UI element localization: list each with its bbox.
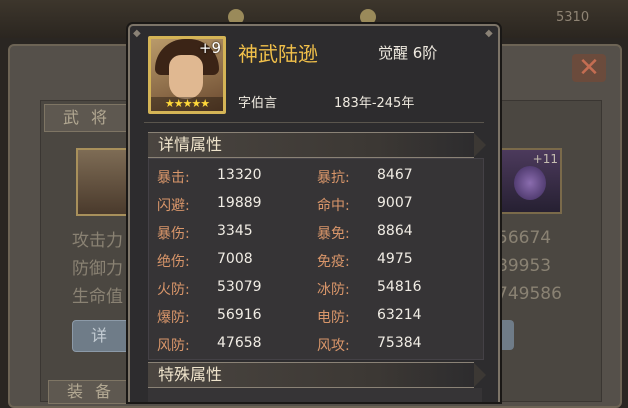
attribute-value: 13320 [217,167,262,183]
attribute-label: 火防: [157,282,190,298]
background-hero-portrait[interactable] [76,148,136,216]
attribute-label: 暴击: [157,170,190,186]
attribute-label: 绝伤: [157,254,190,270]
attribute-label: 命中: [317,198,350,214]
equipment-level: +11 [532,152,558,166]
stat-value-hp: 749586 [497,284,562,304]
hero-name: 神武陆逊 [238,42,318,66]
attribute-value: 3345 [217,223,253,239]
stat-value-defense: 89953 [497,256,552,276]
special-section-header: 特殊属性 [148,362,486,388]
attribute-value: 53079 [217,279,262,295]
attribute-label: 爆防: [157,310,190,326]
stat-label-defense: 防御力 [72,259,123,279]
equipment-orb-icon [514,166,546,200]
awaken-level: 觉醒 6阶 [378,44,438,62]
divider [144,122,484,123]
attribute-label: 暴伤: [157,226,190,242]
attribute-value: 54816 [377,279,422,295]
stat-label-hp: 生命值 [72,287,123,307]
equipment-slot[interactable]: +11 [500,148,562,214]
stat-value-attack: 56674 [497,228,552,248]
attribute-label: 暴抗: [317,170,350,186]
attribute-value: 63214 [377,307,422,323]
attribute-label: 电防: [317,310,350,326]
hero-detail-popup: ◆ ◆ +9 ★★★★★ 神武陆逊 觉醒 6阶 字伯言 183年-245年 详情… [128,24,500,402]
life-years: 183年-245年 [334,96,415,111]
tab-general[interactable]: 武将 [44,104,138,132]
attribute-label: 闪避: [157,198,190,214]
attribute-value: 56916 [217,307,262,323]
attribute-value: 4975 [377,251,413,267]
resource-count: 5310 [556,10,590,25]
attribute-label: 暴免: [317,226,350,242]
stat-label-attack: 攻击力 [72,231,123,251]
gem-icon [360,9,376,25]
hero-star-rating: ★★★★★ [151,97,223,111]
detail-section-header: 详情属性 [148,132,486,158]
attribute-value: 9007 [377,195,413,211]
attribute-value: 47658 [217,335,262,351]
corner-ornament-icon: ◆ [133,28,141,39]
attribute-value: 8864 [377,223,413,239]
gold-coin-icon [228,9,244,25]
attribute-label: 风攻: [317,338,350,354]
hero-portrait: +9 ★★★★★ [148,36,226,114]
attribute-value: 8467 [377,167,413,183]
courtesy-name: 字伯言 [238,96,278,111]
portrait-face [169,55,203,99]
attribute-value: 19889 [217,195,262,211]
attribute-label: 风防: [157,338,190,354]
close-icon[interactable]: ✕ [572,54,606,82]
attribute-value: 75384 [377,335,422,351]
attribute-value: 7008 [217,251,253,267]
detail-attributes-grid: 暴击: 13320 暴抗: 8467 闪避: 19889 命中: 9007 暴伤… [148,158,484,360]
corner-ornament-icon: ◆ [485,28,493,39]
hero-enhance-level: +9 [198,39,221,57]
attribute-label: 冰防: [317,282,350,298]
attribute-label: 免疫: [317,254,350,270]
